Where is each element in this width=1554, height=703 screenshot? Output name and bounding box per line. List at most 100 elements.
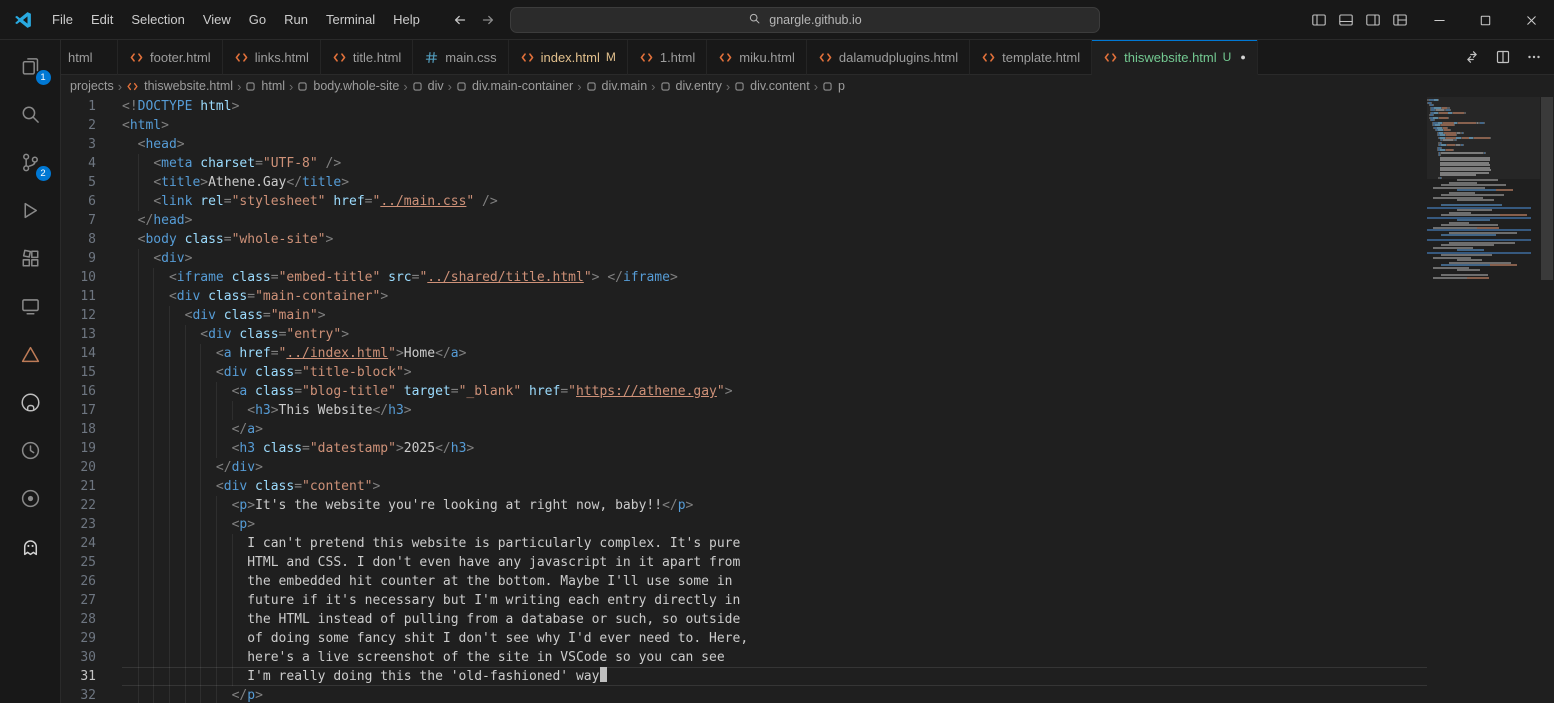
tab-miku-html[interactable]: miku.html [707, 40, 807, 75]
activity-extensions[interactable] [0, 234, 61, 282]
code-line-4[interactable]: 4 <meta charset="UTF-8" /> [61, 154, 1427, 173]
breadcrumb-item-div[interactable]: div [412, 79, 444, 93]
minimize-icon [1432, 13, 1447, 28]
code-line-11[interactable]: 11 <div class="main-container"> [61, 287, 1427, 306]
history-forward-button[interactable] [480, 12, 496, 28]
activity-copilot[interactable] [0, 522, 61, 570]
activity-extension-target[interactable] [0, 474, 61, 522]
token: > [161, 118, 169, 133]
open-changes-button[interactable] [1464, 49, 1480, 65]
more-actions-button[interactable] [1526, 49, 1542, 65]
menu-help[interactable]: Help [384, 12, 429, 27]
line-number: 32 [61, 686, 122, 703]
minimap-line-segment [1459, 122, 1475, 124]
tab-html[interactable]: html [61, 40, 118, 75]
code-line-7[interactable]: 7 </head> [61, 211, 1427, 230]
menu-terminal[interactable]: Terminal [317, 12, 384, 27]
line-number: 4 [61, 154, 122, 173]
activity-explorer[interactable]: 1 [0, 42, 61, 90]
code-line-30[interactable]: 30 here's a live screenshot of the site … [61, 648, 1427, 667]
code-line-20[interactable]: 20 </div> [61, 458, 1427, 477]
tab-footer-html[interactable]: footer.html [118, 40, 223, 75]
code-line-3[interactable]: 3 <head> [61, 135, 1427, 154]
code-line-23[interactable]: 23 <p> [61, 515, 1427, 534]
breadcrumb-item-p[interactable]: p [822, 79, 845, 93]
code-line-14[interactable]: 14 <a href="../index.html">Home</a> [61, 344, 1427, 363]
tab-title-html[interactable]: title.html [321, 40, 413, 75]
command-center[interactable]: gnargle.github.io [510, 7, 1100, 33]
toggle-secondary-sidebar-button[interactable] [1365, 12, 1381, 28]
activity-search[interactable] [0, 90, 61, 138]
code-line-32[interactable]: 32 </p> [61, 686, 1427, 703]
customize-layout-button[interactable] [1392, 12, 1408, 28]
code-line-1[interactable]: 1<!DOCTYPE html> [61, 97, 1427, 116]
breadcrumb-item-html[interactable]: html [245, 79, 285, 93]
minimize-button[interactable] [1416, 0, 1462, 40]
code-line-27[interactable]: 27 future if it's necessary but I'm writ… [61, 591, 1427, 610]
code-line-21[interactable]: 21 <div class="content"> [61, 477, 1427, 496]
code-line-16[interactable]: 16 <a class="blog-title" target="_blank"… [61, 382, 1427, 401]
tab-main-css[interactable]: main.css [413, 40, 508, 75]
toggle-primary-sidebar-button[interactable] [1311, 12, 1327, 28]
split-editor-button[interactable] [1495, 49, 1511, 65]
tab-thiswebsite-html[interactable]: thiswebsite.htmlU● [1092, 40, 1258, 75]
code-line-15[interactable]: 15 <div class="title-block"> [61, 363, 1427, 382]
vscode-window: FileEditSelectionViewGoRunTerminalHelp g… [0, 0, 1554, 703]
breadcrumb-item-body-whole-site[interactable]: body.whole-site [297, 79, 399, 93]
code-line-12[interactable]: 12 <div class="main"> [61, 306, 1427, 325]
activity-source-control[interactable]: 2 [0, 138, 61, 186]
tab-dalamudplugins-html[interactable]: dalamudplugins.html [807, 40, 970, 75]
code-line-13[interactable]: 13 <div class="entry"> [61, 325, 1427, 344]
breadcrumb-item-div-main-container[interactable]: div.main-container [456, 79, 573, 93]
code-line-18[interactable]: 18 </a> [61, 420, 1427, 439]
code-line-9[interactable]: 9 <div> [61, 249, 1427, 268]
close-button[interactable] [1508, 0, 1554, 40]
menu-run[interactable]: Run [275, 12, 317, 27]
menu-file[interactable]: File [43, 12, 82, 27]
menu-selection[interactable]: Selection [122, 12, 193, 27]
code-line-25[interactable]: 25 HTML and CSS. I don't even have any j… [61, 553, 1427, 572]
code-line-8[interactable]: 8 <body class="whole-site"> [61, 230, 1427, 249]
code-line-5[interactable]: 5 <title>Athene.Gay</title> [61, 173, 1427, 192]
activity-remote-explorer[interactable] [0, 282, 61, 330]
breadcrumb-item-div-main[interactable]: div.main [586, 79, 648, 93]
code-line-17[interactable]: 17 <h3>This Website</h3> [61, 401, 1427, 420]
breadcrumb-item-thiswebsite-html[interactable]: thiswebsite.html [126, 79, 233, 93]
activity-github[interactable] [0, 378, 61, 426]
code-area[interactable]: 1<!DOCTYPE html>2<html>3 <head>4 <meta c… [61, 97, 1427, 703]
toggle-panel-button[interactable] [1338, 12, 1354, 28]
maximize-button[interactable] [1462, 0, 1508, 40]
minimap[interactable] [1427, 97, 1540, 703]
menu-view[interactable]: View [194, 12, 240, 27]
code-line-26[interactable]: 26 the embedded hit counter at the botto… [61, 572, 1427, 591]
code-line-22[interactable]: 22 <p>It's the website you're looking at… [61, 496, 1427, 515]
breadcrumb-item-div-entry[interactable]: div.entry [660, 79, 722, 93]
code-text: <h3>This Website</h3> [122, 401, 1427, 420]
activity-timeline[interactable] [0, 426, 61, 474]
breadcrumb-item-projects[interactable]: projects [70, 79, 114, 93]
scrollbar-thumb[interactable] [1541, 97, 1553, 280]
code-line-6[interactable]: 6 <link rel="stylesheet" href="../main.c… [61, 192, 1427, 211]
code-line-24[interactable]: 24 I can't pretend this website is parti… [61, 534, 1427, 553]
tab-index-html[interactable]: index.htmlM [509, 40, 628, 75]
indent-guide [138, 287, 139, 306]
code-line-28[interactable]: 28 the HTML instead of pulling from a da… [61, 610, 1427, 629]
token: class [216, 308, 263, 323]
code-line-31[interactable]: 31 I'm really doing this the 'old-fashio… [61, 667, 1427, 686]
tab-template-html[interactable]: template.html [970, 40, 1092, 75]
tab-links-html[interactable]: links.html [223, 40, 321, 75]
activity-extension-triangle[interactable] [0, 330, 61, 378]
indent-guide [232, 401, 233, 420]
code-line-2[interactable]: 2<html> [61, 116, 1427, 135]
code-line-29[interactable]: 29 of doing some fancy shit I don't see … [61, 629, 1427, 648]
menu-edit[interactable]: Edit [82, 12, 122, 27]
activity-run-debug[interactable] [0, 186, 61, 234]
history-back-button[interactable] [452, 12, 468, 28]
vertical-scrollbar[interactable] [1540, 97, 1554, 703]
breadcrumb-item-div-content[interactable]: div.content [734, 79, 810, 93]
tab-1-html[interactable]: 1.html [628, 40, 707, 75]
token: class [255, 441, 302, 456]
code-line-19[interactable]: 19 <h3 class="datestamp">2025</h3> [61, 439, 1427, 458]
menu-go[interactable]: Go [240, 12, 275, 27]
code-line-10[interactable]: 10 <iframe class="embed-title" src="../s… [61, 268, 1427, 287]
